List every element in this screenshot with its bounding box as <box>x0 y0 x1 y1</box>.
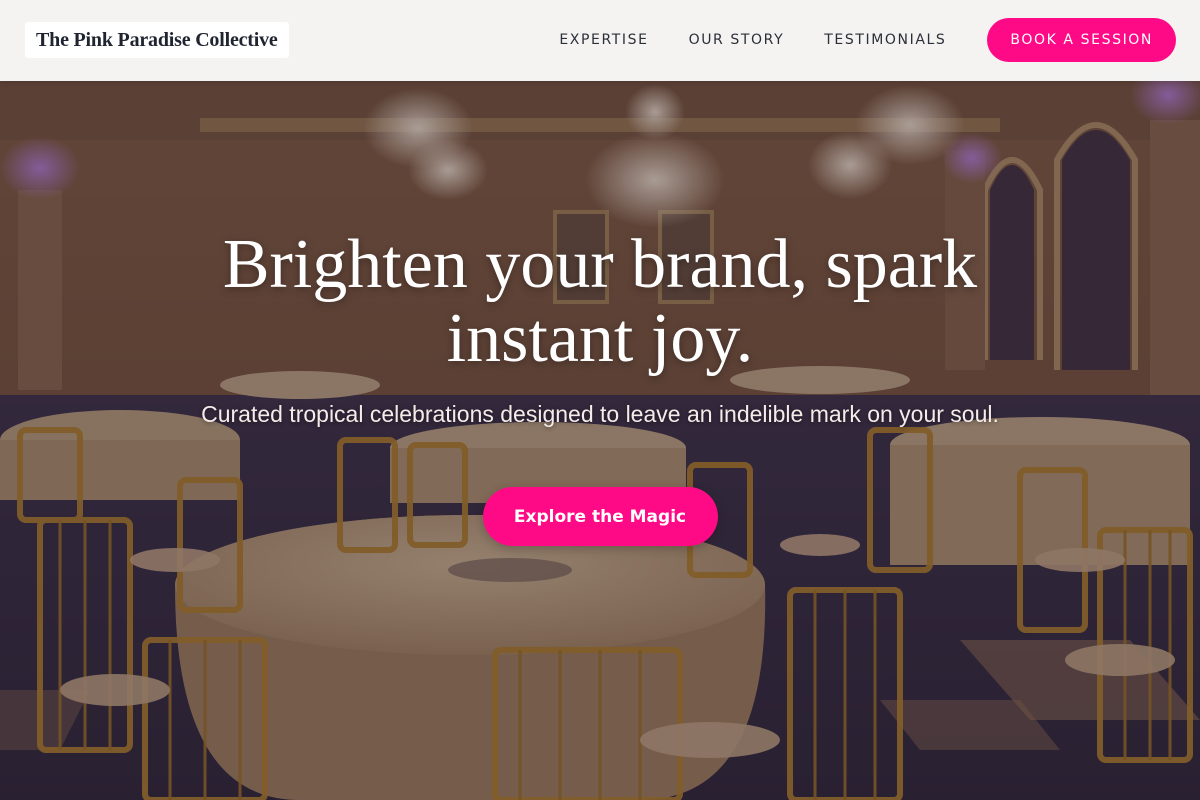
nav-link-expertise[interactable]: EXPERTISE <box>559 32 648 48</box>
nav-link-our-story[interactable]: OUR STORY <box>689 32 785 48</box>
book-session-button[interactable]: BOOK A SESSION <box>987 18 1176 62</box>
hero-subtitle: Curated tropical celebrations designed t… <box>201 401 999 427</box>
landing-page: The Pink Paradise Collective EXPERTISE O… <box>0 0 1200 800</box>
site-logo[interactable]: The Pink Paradise Collective <box>25 22 289 58</box>
nav-link-testimonials[interactable]: TESTIMONIALS <box>824 32 946 48</box>
explore-magic-button[interactable]: Explore the Magic <box>482 487 718 546</box>
hero-title: Brighten your brand, spark instant joy. <box>222 226 978 377</box>
hero-section: Brighten your brand, spark instant joy. … <box>0 228 1200 546</box>
site-header: The Pink Paradise Collective EXPERTISE O… <box>0 0 1200 81</box>
main-nav: EXPERTISE OUR STORY TESTIMONIALS BOOK A … <box>559 18 1176 62</box>
